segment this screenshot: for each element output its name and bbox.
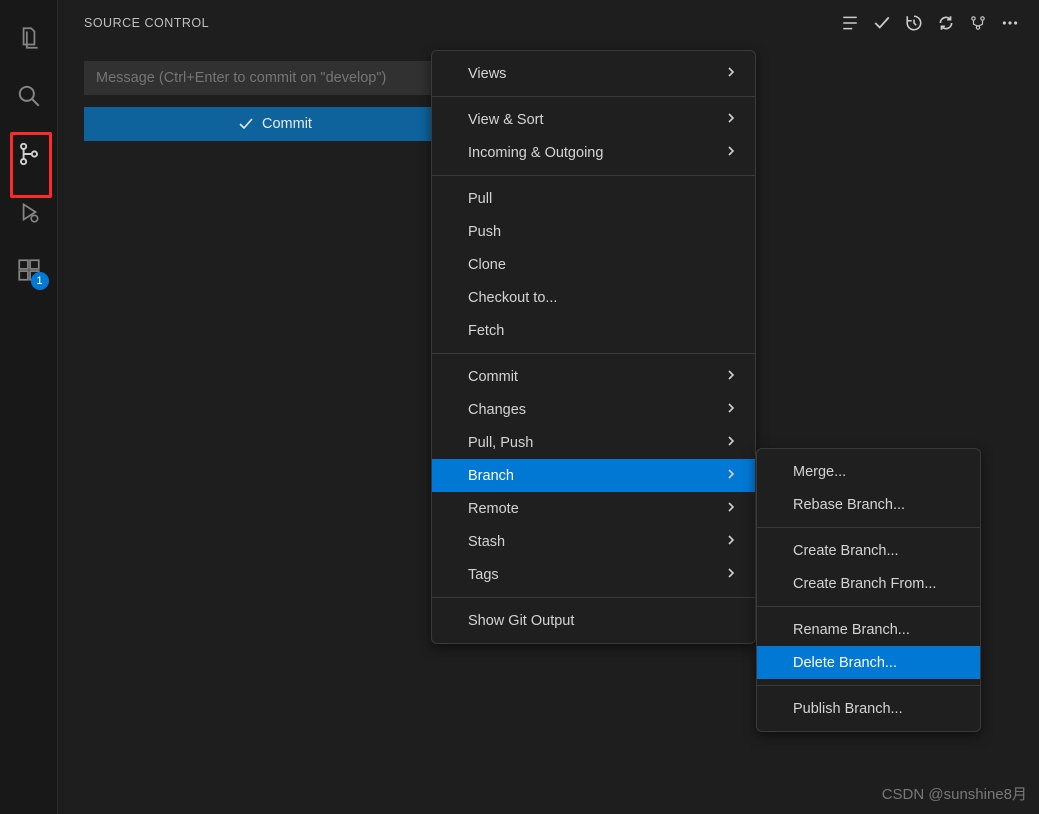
menu-separator xyxy=(432,175,755,176)
chevron-right-icon xyxy=(725,468,737,484)
branch-submenu: Merge... Rebase Branch... Create Branch...… xyxy=(756,448,981,732)
chevron-right-icon xyxy=(725,402,737,418)
commit-button[interactable]: Commit xyxy=(84,107,466,141)
menu-item-pull-push[interactable]: Pull, Push xyxy=(432,426,755,459)
check-icon xyxy=(238,116,254,132)
submenu-item-create-branch-[interactable]: Create Branch... xyxy=(757,534,980,567)
activity-source-control[interactable] xyxy=(5,130,53,178)
menu-item-label: Tags xyxy=(468,567,499,583)
history-button[interactable] xyxy=(899,8,929,38)
menu-item-incoming-outgoing[interactable]: Incoming & Outgoing xyxy=(432,136,755,169)
menu-item-label: Delete Branch... xyxy=(793,655,897,671)
menu-item-label: Rebase Branch... xyxy=(793,497,905,513)
menu-item-label: Remote xyxy=(468,501,519,517)
refresh-icon xyxy=(937,14,955,32)
menu-item-label: Pull, Push xyxy=(468,435,533,451)
history-icon xyxy=(905,14,923,32)
activity-search[interactable] xyxy=(5,72,53,120)
menu-item-changes[interactable]: Changes xyxy=(432,393,755,426)
panel-title: SOURCE CONTROL xyxy=(84,16,835,30)
files-icon xyxy=(16,25,42,51)
refresh-button[interactable] xyxy=(931,8,961,38)
menu-item-label: Fetch xyxy=(468,323,504,339)
submenu-item-merge-[interactable]: Merge... xyxy=(757,455,980,488)
menu-item-remote[interactable]: Remote xyxy=(432,492,755,525)
submenu-item-create-branch-from-[interactable]: Create Branch From... xyxy=(757,567,980,600)
chevron-right-icon xyxy=(725,66,737,82)
chevron-right-icon xyxy=(725,435,737,451)
menu-item-branch[interactable]: Branch xyxy=(432,459,755,492)
menu-item-label: Branch xyxy=(468,468,514,484)
graph-icon xyxy=(969,14,987,32)
menu-item-views[interactable]: Views xyxy=(432,57,755,90)
menu-item-pull[interactable]: Pull xyxy=(432,182,755,215)
activity-run-debug[interactable] xyxy=(5,188,53,236)
more-icon xyxy=(1001,14,1019,32)
activity-bar: 1 xyxy=(0,0,58,814)
extensions-badge: 1 xyxy=(31,272,49,290)
menu-item-label: Stash xyxy=(468,534,505,550)
chevron-right-icon xyxy=(725,534,737,550)
submenu-item-delete-branch-[interactable]: Delete Branch... xyxy=(757,646,980,679)
menu-item-label: Create Branch... xyxy=(793,543,899,559)
panel-header: SOURCE CONTROL xyxy=(58,0,1039,45)
menu-item-clone[interactable]: Clone xyxy=(432,248,755,281)
commit-check-button[interactable] xyxy=(867,8,897,38)
menu-separator xyxy=(432,353,755,354)
tree-icon xyxy=(841,14,859,32)
search-icon xyxy=(16,83,42,109)
menu-item-label: Changes xyxy=(468,402,526,418)
menu-item-label: Rename Branch... xyxy=(793,622,910,638)
submenu-item-rename-branch-[interactable]: Rename Branch... xyxy=(757,613,980,646)
check-icon xyxy=(873,14,891,32)
chevron-right-icon xyxy=(725,112,737,128)
menu-item-view-sort[interactable]: View & Sort xyxy=(432,103,755,136)
activity-explorer[interactable] xyxy=(5,14,53,62)
menu-item-label: Incoming & Outgoing xyxy=(468,145,603,161)
menu-item-commit[interactable]: Commit xyxy=(432,360,755,393)
graph-button[interactable] xyxy=(963,8,993,38)
menu-item-label: Checkout to... xyxy=(468,290,557,306)
menu-item-fetch[interactable]: Fetch xyxy=(432,314,755,347)
menu-item-label: Create Branch From... xyxy=(793,576,936,592)
menu-item-label: Publish Branch... xyxy=(793,701,903,717)
submenu-item-rebase-branch-[interactable]: Rebase Branch... xyxy=(757,488,980,521)
menu-item-push[interactable]: Push xyxy=(432,215,755,248)
view-tree-button[interactable] xyxy=(835,8,865,38)
menu-item-checkout-to-[interactable]: Checkout to... xyxy=(432,281,755,314)
menu-item-stash[interactable]: Stash xyxy=(432,525,755,558)
watermark: CSDN @sunshine8月 xyxy=(882,783,1027,804)
chevron-right-icon xyxy=(725,145,737,161)
menu-item-label: Merge... xyxy=(793,464,846,480)
submenu-item-publish-branch-[interactable]: Publish Branch... xyxy=(757,692,980,725)
menu-separator xyxy=(757,685,980,686)
menu-item-tags[interactable]: Tags xyxy=(432,558,755,591)
chevron-right-icon xyxy=(725,501,737,517)
chevron-right-icon xyxy=(725,369,737,385)
menu-separator xyxy=(757,527,980,528)
menu-item-label: Views xyxy=(468,66,506,82)
run-debug-icon xyxy=(16,199,42,225)
menu-item-label: Clone xyxy=(468,257,506,273)
menu-item-label: Commit xyxy=(468,369,518,385)
menu-item-show-git-output[interactable]: Show Git Output xyxy=(432,604,755,637)
menu-item-label: Show Git Output xyxy=(468,613,574,629)
menu-item-label: Push xyxy=(468,224,501,240)
menu-separator xyxy=(757,606,980,607)
menu-separator xyxy=(432,597,755,598)
commit-message-input[interactable] xyxy=(84,61,464,95)
menu-item-label: View & Sort xyxy=(468,112,544,128)
commit-button-label: Commit xyxy=(262,116,312,132)
chevron-right-icon xyxy=(725,567,737,583)
more-actions-button[interactable] xyxy=(995,8,1025,38)
scm-more-menu: Views View & Sort Incoming & Outgoing Pull P… xyxy=(431,50,756,644)
source-control-icon xyxy=(16,141,42,167)
menu-item-label: Pull xyxy=(468,191,492,207)
activity-extensions[interactable]: 1 xyxy=(5,246,53,294)
panel-toolbar xyxy=(835,8,1025,38)
menu-separator xyxy=(432,96,755,97)
